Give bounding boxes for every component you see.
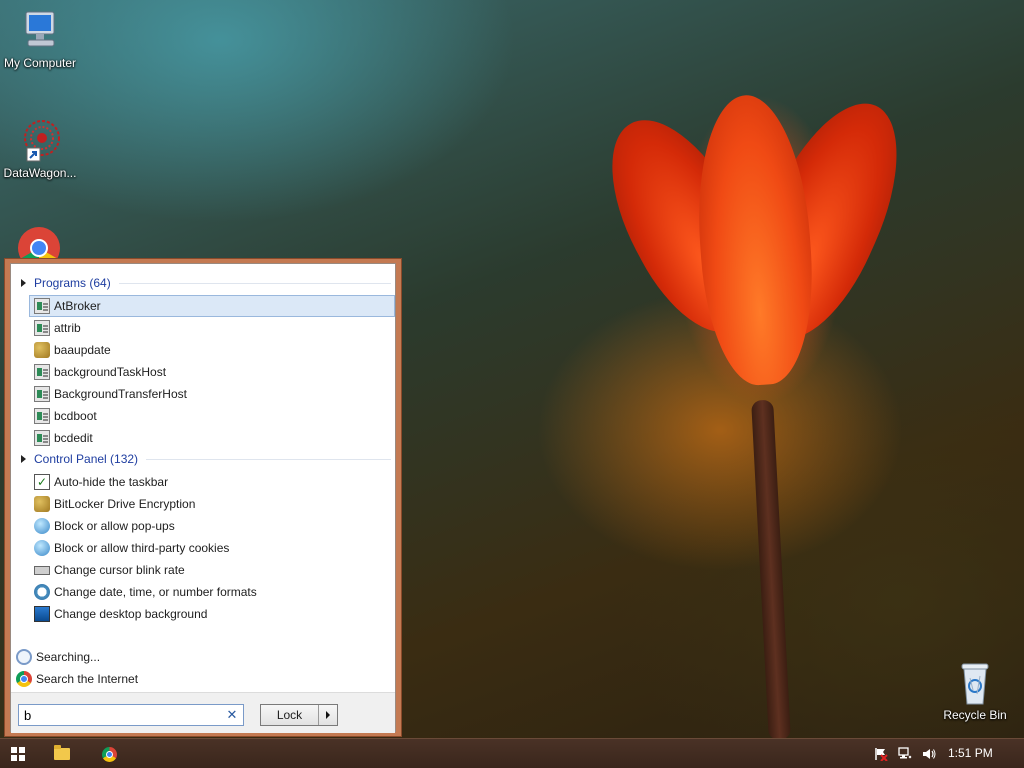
search-internet-label: Search the Internet — [36, 672, 139, 686]
lock-button[interactable]: Lock — [261, 705, 319, 725]
app-window-icon — [34, 430, 50, 446]
clock-globe-icon — [34, 584, 50, 600]
result-item-bcdboot[interactable]: bcdboot — [29, 405, 395, 427]
search-progress-icon — [16, 649, 32, 665]
section-divider — [146, 458, 391, 460]
result-item-block-cookies[interactable]: Block or allow third-party cookies — [29, 537, 395, 559]
network-icon[interactable] — [898, 747, 912, 761]
result-item-label: AtBroker — [54, 299, 101, 313]
app-window-icon — [34, 298, 50, 314]
result-item-cursor-blink-rate[interactable]: Change cursor blink rate — [29, 559, 395, 581]
result-item-auto-hide-taskbar[interactable]: ✓ Auto-hide the taskbar — [29, 471, 395, 493]
desktop-icon-label: Recycle Bin — [943, 708, 1007, 722]
result-item-label: Change desktop background — [54, 607, 208, 621]
keyboard-icon — [34, 565, 50, 575]
start-button[interactable] — [2, 741, 34, 767]
clear-search-icon[interactable]: ✕ — [222, 708, 242, 723]
result-item-bcdedit[interactable]: bcdedit — [29, 427, 395, 449]
section-divider — [118, 282, 391, 284]
search-box[interactable]: ✕ — [18, 704, 244, 726]
result-item-backgroundtransferhost[interactable]: BackgroundTransferHost — [29, 383, 395, 405]
taskbar-clock[interactable]: 1:51 PM — [948, 746, 993, 760]
chrome-icon — [17, 226, 61, 258]
monitor-icon — [34, 606, 50, 622]
desktop-icon-recycle-bin[interactable]: Recycle Bin — [935, 660, 1015, 722]
result-item-label: backgroundTaskHost — [54, 365, 167, 379]
programs-header-label: Programs (64) — [34, 276, 111, 290]
app-window-icon — [34, 320, 50, 336]
lock-options-arrow-icon[interactable] — [319, 705, 337, 725]
windows-logo-icon — [11, 747, 25, 761]
chrome-icon — [16, 671, 32, 687]
app-window-icon — [34, 364, 50, 380]
start-search-popup: Programs (64) AtBroker attrib baaupdate … — [4, 258, 402, 737]
search-input[interactable] — [19, 706, 222, 724]
result-item-baaupdate[interactable]: baaupdate — [29, 339, 395, 361]
programs-section-header[interactable]: Programs (64) — [11, 273, 391, 293]
chrome-icon — [101, 746, 117, 762]
taskbar-chrome[interactable] — [93, 741, 125, 767]
lock-split-button[interactable]: Lock — [260, 704, 338, 726]
result-item-backgroundtaskhost[interactable]: backgroundTaskHost — [29, 361, 395, 383]
result-item-atbroker[interactable]: AtBroker — [29, 295, 395, 317]
result-item-label: Change cursor blink rate — [54, 563, 185, 577]
result-item-bitlocker[interactable]: BitLocker Drive Encryption — [29, 493, 395, 515]
desktop-icon-datawagon[interactable]: DataWagon... — [0, 118, 80, 180]
expand-triangle-icon — [21, 455, 26, 463]
globe-icon — [34, 540, 50, 556]
result-item-label: BackgroundTransferHost — [54, 387, 187, 401]
app-window-icon — [34, 408, 50, 424]
search-bar-area: ✕ Lock — [11, 692, 395, 733]
desktop-icon-chrome[interactable] — [0, 226, 79, 260]
search-results-panel: Programs (64) AtBroker attrib baaupdate … — [10, 263, 396, 733]
result-item-label: BitLocker Drive Encryption — [54, 497, 196, 511]
computer-icon — [20, 10, 60, 54]
desktop-icon-label: DataWagon... — [3, 166, 77, 180]
result-item-attrib[interactable]: attrib — [29, 317, 395, 339]
searching-status: Searching... — [11, 646, 377, 668]
result-item-label: baaupdate — [54, 343, 111, 357]
result-item-label: Block or allow third-party cookies — [54, 541, 230, 555]
datawagon-shortcut-icon — [18, 118, 62, 164]
wallpaper-tulip-petal — [690, 91, 820, 389]
app-window-icon — [34, 386, 50, 402]
recycle-bin-icon — [955, 660, 995, 706]
expand-triangle-icon — [21, 279, 26, 287]
action-center-flag-icon[interactable] — [874, 747, 888, 762]
result-item-label: Change date, time, or number formats — [54, 585, 257, 599]
taskbar: 1:51 PM — [0, 738, 1024, 768]
result-item-desktop-background[interactable]: Change desktop background — [29, 603, 395, 625]
desktop-icon-label: My Computer — [3, 56, 77, 70]
search-internet-link[interactable]: Search the Internet — [11, 668, 377, 690]
desktop-icon-my-computer[interactable]: My Computer — [0, 10, 80, 70]
result-item-block-popups[interactable]: Block or allow pop-ups — [29, 515, 395, 537]
result-item-date-time-formats[interactable]: Change date, time, or number formats — [29, 581, 395, 603]
result-item-label: bcdedit — [54, 431, 93, 445]
searching-label: Searching... — [36, 650, 101, 664]
taskbar-file-explorer[interactable] — [46, 741, 78, 767]
checkbox-icon: ✓ — [34, 474, 50, 490]
control-panel-header-label: Control Panel (132) — [34, 452, 139, 466]
result-item-label: bcdboot — [54, 409, 97, 423]
wallpaper-tulip-stem — [751, 399, 791, 741]
control-panel-section-header[interactable]: Control Panel (132) — [11, 449, 391, 469]
keys-icon — [34, 342, 50, 358]
volume-icon[interactable] — [922, 747, 936, 761]
result-item-label: attrib — [54, 321, 81, 335]
result-item-label: Block or allow pop-ups — [54, 519, 175, 533]
folder-icon — [54, 745, 70, 760]
keys-icon — [34, 496, 50, 512]
result-item-label: Auto-hide the taskbar — [54, 475, 169, 489]
globe-icon — [34, 518, 50, 534]
